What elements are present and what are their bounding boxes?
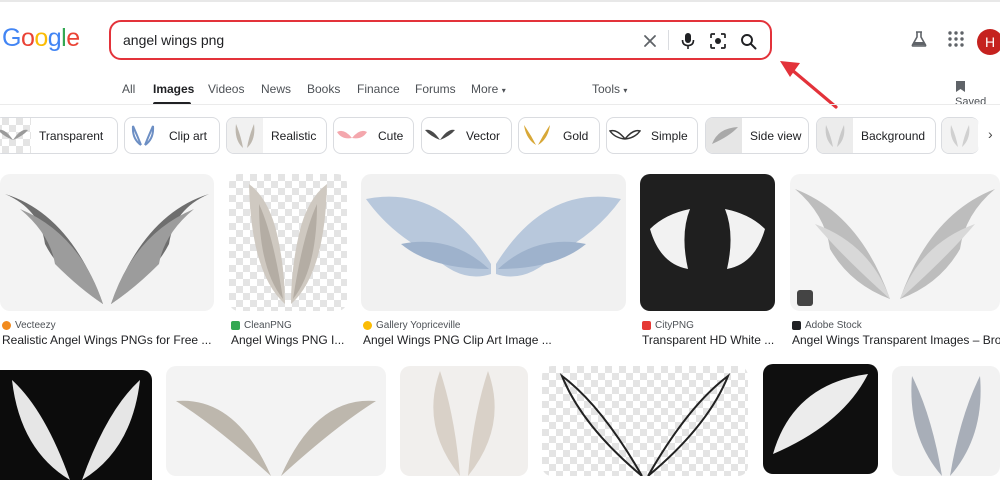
image-result[interactable] (0, 370, 152, 480)
dropdown-caret-icon: ▾ (623, 86, 628, 95)
result-source: Adobe Stock (792, 320, 862, 331)
adobe-stock-favicon (792, 321, 801, 330)
chip-thumbnail (334, 118, 370, 153)
chip-clip-art[interactable]: Clip art (124, 117, 220, 154)
apps-grid-icon[interactable] (947, 30, 965, 53)
bookmark-icon (956, 81, 965, 92)
chip-gold[interactable]: Gold (518, 117, 600, 154)
chip-thumbnail (125, 118, 161, 153)
tab-videos[interactable]: Videos (208, 82, 244, 96)
microphone-icon[interactable] (677, 30, 699, 52)
vecteezy-favicon (2, 321, 11, 330)
result-thumbnail[interactable] (0, 370, 152, 480)
top-divider (0, 0, 1000, 2)
image-result[interactable]: Vecteezy Realistic Angel Wings PNGs for … (0, 174, 214, 354)
search-icon[interactable] (737, 30, 759, 52)
lens-camera-icon[interactable] (707, 30, 729, 52)
tools-button[interactable]: Tools ▾ (592, 82, 627, 96)
chip-cute[interactable]: Cute (333, 117, 414, 154)
header: Google H (0, 0, 1000, 109)
cleanpng-favicon (231, 321, 240, 330)
result-source: Gallery Yopriceville (363, 320, 461, 331)
chip-thumbnail (227, 118, 263, 153)
result-source: CleanPNG (231, 320, 292, 331)
result-source: CityPNG (642, 320, 694, 331)
dropdown-caret-icon: ▾ (501, 86, 506, 95)
result-thumbnail[interactable] (166, 366, 386, 476)
image-result[interactable] (542, 366, 748, 476)
chip-thumbnail (817, 118, 853, 153)
citypng-favicon (642, 321, 651, 330)
image-result[interactable]: Adobe Stock Angel Wings Transparent Imag… (790, 174, 1000, 354)
search-box[interactable] (109, 20, 772, 60)
result-thumbnail[interactable] (361, 174, 626, 311)
image-result[interactable]: Gallery Yopriceville Angel Wings PNG Cli… (361, 174, 626, 354)
result-source: Vecteezy (2, 320, 56, 331)
result-thumbnail[interactable] (0, 174, 214, 311)
chip-realistic[interactable]: Realistic (226, 117, 327, 154)
search-tabs: All Images Videos News Books Finance For… (0, 78, 1000, 108)
result-title[interactable]: Realistic Angel Wings PNGs for Free ... (2, 333, 212, 347)
search-input[interactable] (123, 29, 623, 51)
result-thumbnail[interactable] (229, 174, 347, 311)
google-favicon (363, 321, 372, 330)
chip-vector[interactable]: Vector (421, 117, 512, 154)
labs-flask-icon[interactable] (910, 30, 928, 53)
chip-background[interactable]: Background (816, 117, 936, 154)
result-title[interactable]: Angel Wings PNG Clip Art Image ... (363, 333, 623, 347)
image-result[interactable] (400, 366, 528, 476)
image-result[interactable] (166, 366, 386, 476)
chip-thumbnail (519, 118, 555, 153)
result-thumbnail[interactable] (892, 366, 1000, 476)
tab-news[interactable]: News (261, 82, 291, 96)
search-divider (668, 30, 669, 50)
tab-finance[interactable]: Finance (357, 82, 400, 96)
account-avatar[interactable]: H (977, 29, 1000, 55)
chip-more-thumbnail[interactable] (941, 117, 979, 154)
chip-side-view[interactable]: Side view (705, 117, 809, 154)
clear-icon[interactable] (639, 30, 661, 52)
chip-thumbnail (706, 118, 742, 153)
image-result[interactable]: CityPNG Transparent HD White ... (640, 174, 775, 354)
result-thumbnail[interactable] (790, 174, 1000, 311)
image-results: Vecteezy Realistic Angel Wings PNGs for … (0, 174, 1000, 480)
result-thumbnail[interactable] (640, 174, 775, 311)
result-thumbnail[interactable] (763, 364, 878, 474)
tab-forums[interactable]: Forums (415, 82, 456, 96)
image-result[interactable] (763, 364, 878, 474)
chip-transparent[interactable]: Transparent (0, 117, 118, 154)
chip-thumbnail (422, 118, 458, 153)
result-thumbnail[interactable] (400, 366, 528, 476)
tab-images[interactable]: Images (153, 82, 194, 96)
image-result[interactable]: CleanPNG Angel Wings PNG I... (229, 174, 347, 354)
image-badge-icon (797, 290, 813, 306)
tab-books[interactable]: Books (307, 82, 340, 96)
chip-simple[interactable]: Simple (606, 117, 698, 154)
chevron-right-icon[interactable]: › (988, 126, 993, 142)
tabs-divider (0, 104, 1000, 105)
chip-thumbnail (942, 118, 978, 153)
tab-more[interactable]: More ▾ (471, 82, 506, 96)
refinement-chips: Transparent Clip art Realistic Cute Vect… (0, 117, 1000, 155)
result-title[interactable]: Transparent HD White ... (642, 333, 774, 347)
result-title[interactable]: Angel Wings Transparent Images – Bro... (792, 333, 1000, 347)
result-title[interactable]: Angel Wings PNG I... (231, 333, 347, 347)
chip-thumbnail (607, 118, 643, 153)
chip-thumbnail (0, 118, 31, 153)
image-result[interactable] (892, 366, 1000, 476)
tab-all[interactable]: All (122, 82, 135, 96)
result-thumbnail[interactable] (542, 366, 748, 476)
google-logo[interactable]: Google (2, 24, 80, 53)
